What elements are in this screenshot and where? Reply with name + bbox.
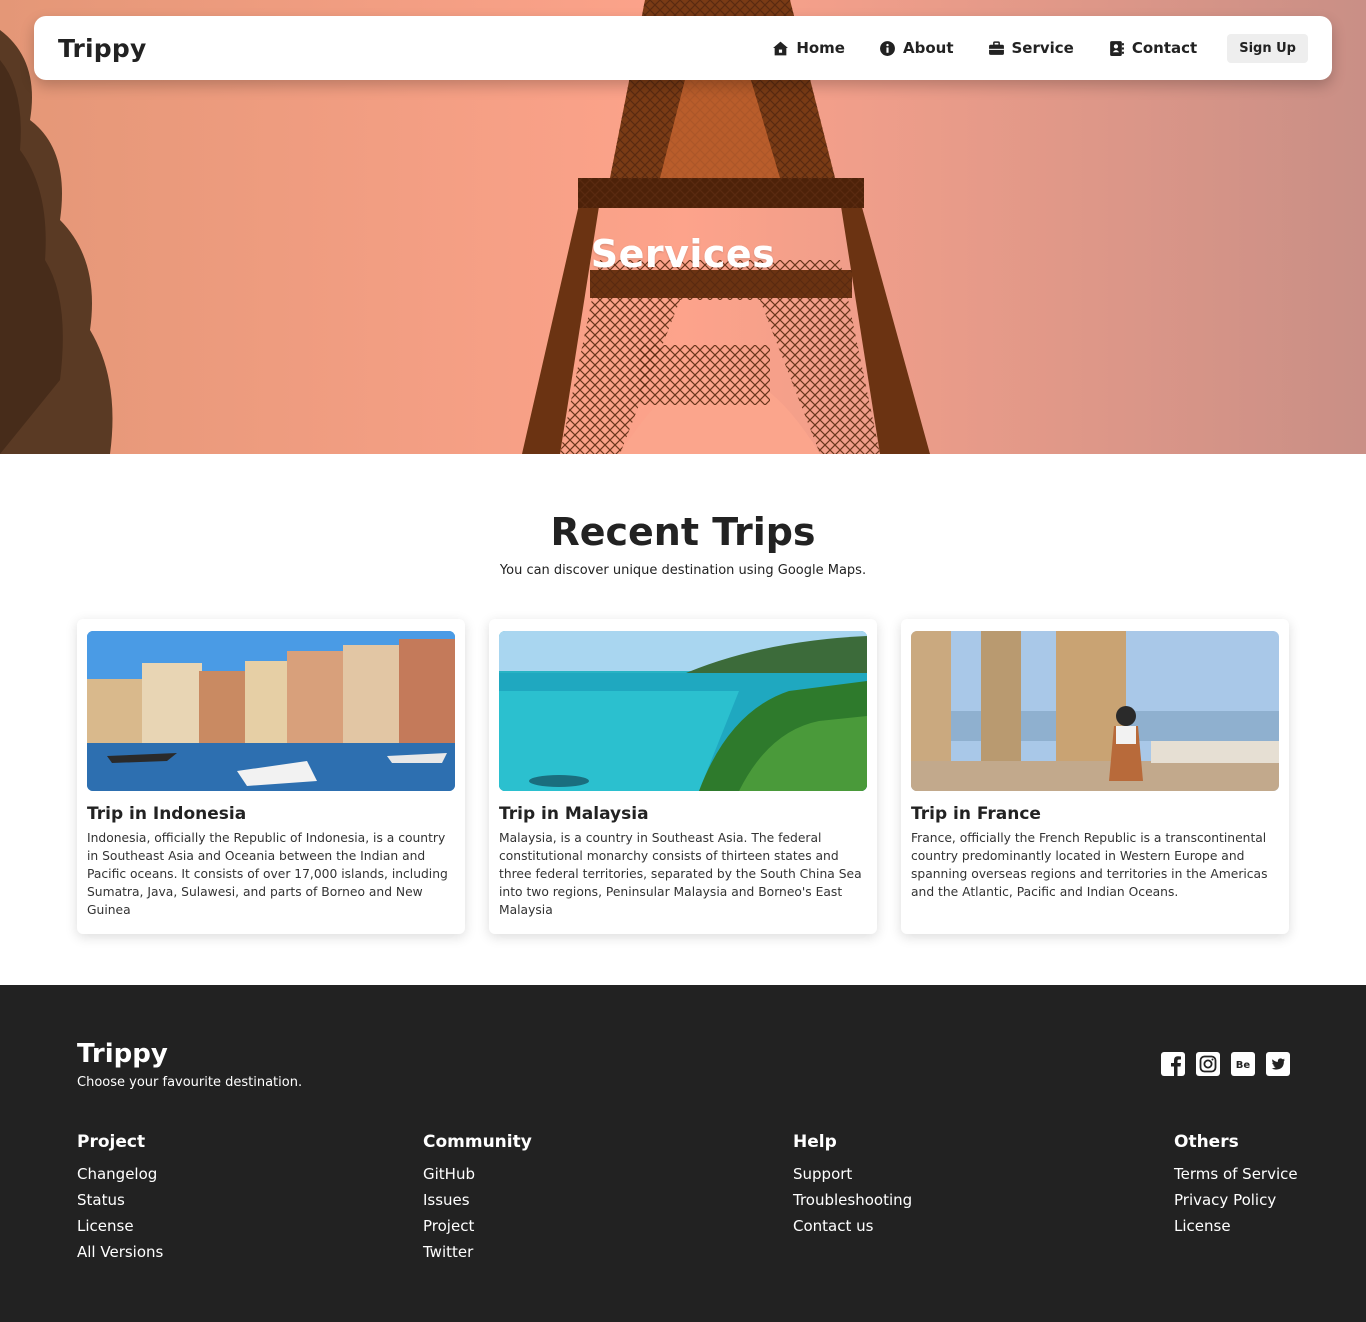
recent-trips-subtitle: You can discover unique destination usin… — [499, 563, 867, 578]
footer-link-github[interactable]: GitHub — [423, 1165, 532, 1191]
trip-card-text: France, officially the French Republic i… — [911, 831, 1268, 899]
info-circle-icon — [879, 40, 896, 57]
nav-home-link[interactable]: Home — [772, 39, 845, 57]
footer-link-all-versions[interactable]: All Versions — [77, 1243, 163, 1269]
navbar: Trippy Home About Service Contact Sign U… — [34, 16, 1332, 80]
footer-link-troubleshooting[interactable]: Troubleshooting — [793, 1191, 912, 1217]
malaysia-coast-image — [499, 631, 867, 791]
trip-card-text: Indonesia, officially the Republic of In… — [87, 831, 448, 917]
footer-link-status[interactable]: Status — [77, 1191, 163, 1217]
signup-button[interactable]: Sign Up — [1227, 33, 1308, 63]
social-links: Be — [1150, 1052, 1290, 1076]
footer-link-issues[interactable]: Issues — [423, 1191, 532, 1217]
france-colonnade-image — [911, 631, 1279, 791]
footer: Trippy Choose your favourite destination… — [0, 985, 1366, 1322]
footer-link-twitter[interactable]: Twitter — [423, 1243, 532, 1269]
hero-title: Services — [590, 232, 776, 276]
trip-card-text: Malaysia, is a country in Southeast Asia… — [499, 831, 862, 917]
facebook-icon[interactable] — [1161, 1052, 1185, 1076]
instagram-icon[interactable] — [1196, 1052, 1220, 1076]
footer-column-title: Help — [793, 1132, 837, 1152]
footer-column-title: Project — [77, 1132, 146, 1152]
footer-column-help: Help Support Troubleshooting Contact us — [793, 1132, 912, 1243]
trip-card-malaysia[interactable]: Trip in Malaysia Malaysia, is a country … — [489, 619, 877, 934]
trip-card-title: Trip in Malaysia — [499, 804, 649, 824]
trip-card-france[interactable]: Trip in France France, officially the Fr… — [901, 619, 1289, 934]
trip-card-indonesia[interactable]: Trip in Indonesia Indonesia, officially … — [77, 619, 465, 934]
footer-link-project[interactable]: Project — [423, 1217, 532, 1243]
footer-tagline: Choose your favourite destination. — [77, 1075, 303, 1090]
footer-link-changelog[interactable]: Changelog — [77, 1165, 163, 1191]
footer-column-title: Community — [423, 1132, 532, 1152]
address-book-icon — [1108, 40, 1125, 57]
trip-card-title: Trip in Indonesia — [87, 804, 247, 824]
svg-text:Be: Be — [1236, 1060, 1251, 1071]
recent-trips-section: Recent Trips You can discover unique des… — [0, 454, 1366, 985]
twitter-icon[interactable] — [1266, 1052, 1290, 1076]
nav-home-label: Home — [796, 39, 845, 57]
footer-column-title: Others — [1174, 1132, 1239, 1152]
footer-column-others: Others Terms of Service Privacy Policy L… — [1174, 1132, 1298, 1243]
trip-card-title: Trip in France — [911, 804, 1041, 824]
nav-links: Home About Service Contact Sign Up — [772, 33, 1308, 63]
footer-brand[interactable]: Trippy — [77, 1039, 168, 1069]
footer-column-project: Project Changelog Status License All Ver… — [77, 1132, 163, 1269]
briefcase-icon — [988, 40, 1005, 57]
nav-about-link[interactable]: About — [879, 39, 954, 57]
footer-link-license[interactable]: License — [77, 1217, 163, 1243]
footer-link-license-others[interactable]: License — [1174, 1217, 1298, 1243]
behance-icon[interactable]: Be — [1231, 1052, 1255, 1076]
nav-service-link[interactable]: Service — [988, 39, 1074, 57]
nav-about-label: About — [902, 39, 954, 57]
house-icon — [772, 40, 789, 57]
footer-link-privacy[interactable]: Privacy Policy — [1174, 1191, 1298, 1217]
nav-contact-link[interactable]: Contact — [1108, 39, 1197, 57]
indonesia-canal-image — [87, 631, 455, 791]
footer-link-support[interactable]: Support — [793, 1165, 912, 1191]
footer-link-contact-us[interactable]: Contact us — [793, 1217, 912, 1243]
recent-trips-title: Recent Trips — [550, 510, 816, 554]
footer-link-terms[interactable]: Terms of Service — [1174, 1165, 1298, 1191]
nav-contact-label: Contact — [1131, 39, 1198, 57]
brand-logo[interactable]: Trippy — [58, 34, 147, 63]
nav-service-label: Service — [1011, 39, 1074, 57]
footer-column-community: Community GitHub Issues Project Twitter — [423, 1132, 532, 1269]
